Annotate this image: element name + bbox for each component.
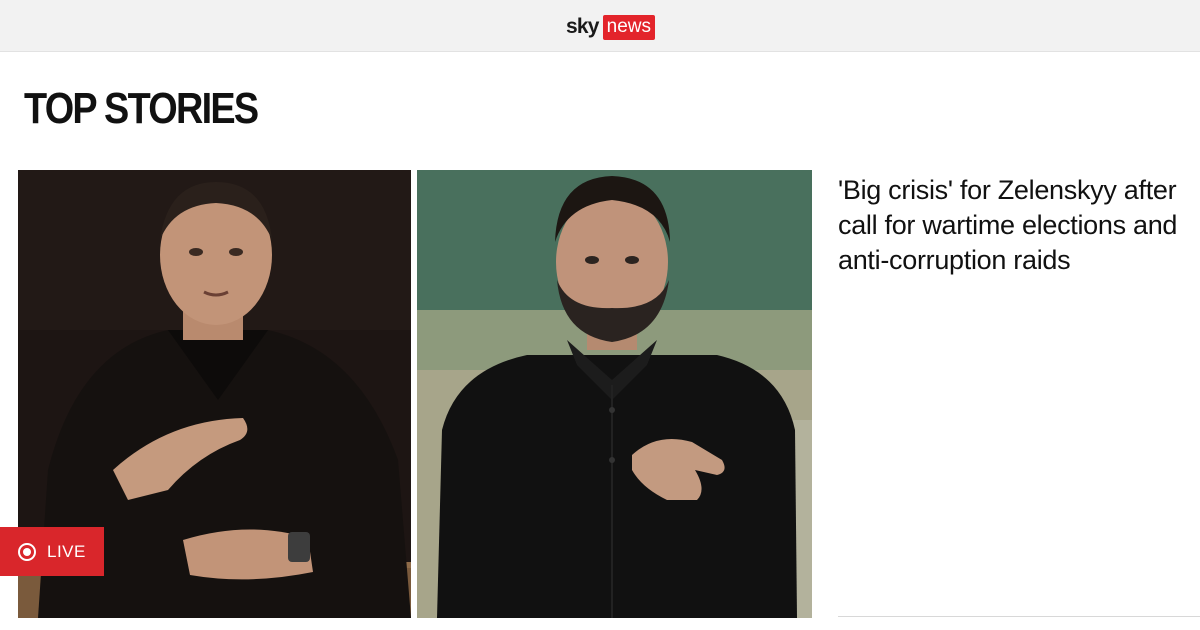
live-record-icon (18, 542, 36, 561)
story-headline-link[interactable]: 'Big crisis' for Zelenskyy after call fo… (838, 173, 1178, 278)
zelenskyy-hand-on-chest-photo (417, 170, 812, 618)
logo-sky-text: sky (566, 15, 599, 38)
story-image-right[interactable] (417, 170, 812, 618)
logo-news-text: news (602, 14, 655, 40)
sky-news-logo[interactable]: sky news (566, 14, 655, 40)
section-title: TOP STORIES (24, 84, 259, 133)
live-badge[interactable]: LIVE (0, 527, 104, 576)
site-header: sky news (0, 0, 1200, 52)
divider (838, 616, 1200, 617)
live-label: LIVE (47, 541, 86, 561)
